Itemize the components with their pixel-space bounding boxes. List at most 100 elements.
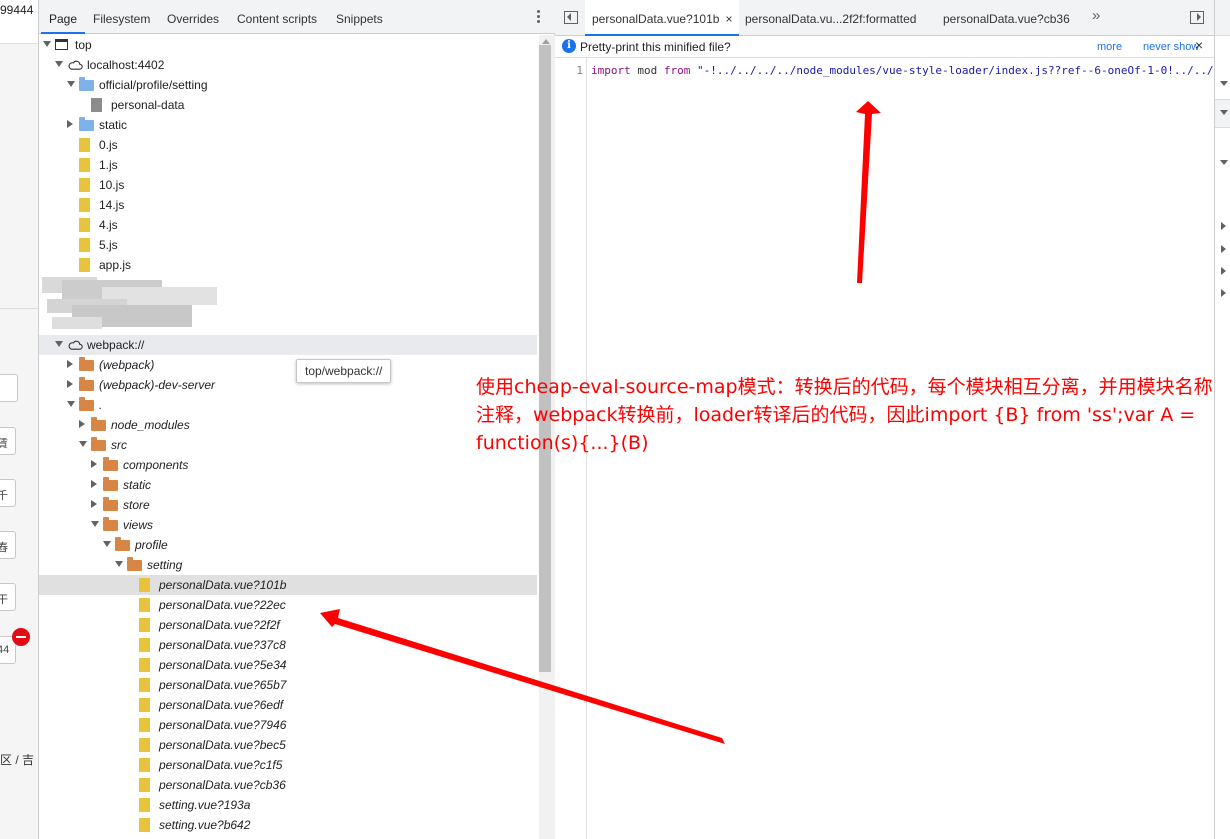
tree-item-label: (webpack)-dev-server xyxy=(99,378,216,392)
chevron-right-icon[interactable] xyxy=(91,480,97,488)
tree-item[interactable]: store xyxy=(39,495,537,515)
tab-snippets[interactable]: Snippets xyxy=(336,0,383,34)
tab-label: Filesystem xyxy=(93,12,151,26)
tab-overrides[interactable]: Overrides xyxy=(167,0,219,34)
navigator-scroll-thumb[interactable] xyxy=(539,45,551,672)
tree-item-label: personalData.vue?37c8 xyxy=(159,638,286,652)
annotation-text: 使用cheap-eval-source-map模式：转换后的代码，每个模块相互分… xyxy=(476,376,1213,454)
editor-tab[interactable]: personalData.vue?cb36 xyxy=(943,0,1070,36)
tree-item-label: . xyxy=(99,398,103,412)
tab-filesystem[interactable]: Filesystem xyxy=(93,0,150,34)
code-line[interactable]: import mod from "-!../../../../node_modu… xyxy=(591,64,1213,80)
navigator-tabbar: Page Filesystem Overrides Content script… xyxy=(39,0,555,34)
chevron-right-icon[interactable] xyxy=(79,420,85,428)
tree-item[interactable]: personalData.vue?cb36 xyxy=(39,775,537,795)
tree-item[interactable]: personalData.vue?7946 xyxy=(39,715,537,735)
tree-item[interactable]: webpack:// xyxy=(39,335,537,355)
tree-item[interactable]: personalData.vue?2f2f xyxy=(39,615,537,635)
close-tab-icon[interactable]: × xyxy=(725,0,732,38)
tree-item[interactable]: (webpack)-dev-server xyxy=(39,375,537,395)
tree-item-label: app.js xyxy=(99,258,132,272)
chevron-right-icon[interactable] xyxy=(1221,267,1226,275)
tree-item[interactable]: personalData.vue?bec5 xyxy=(39,735,537,755)
infobar-more-link[interactable]: more xyxy=(1097,41,1122,53)
chevron-down-icon[interactable] xyxy=(67,81,75,87)
tab-content-scripts[interactable]: Content scripts xyxy=(237,0,317,34)
tree-item[interactable]: personalData.vue?101b xyxy=(39,575,537,595)
tab-page[interactable]: Page xyxy=(41,0,86,34)
tree-item[interactable]: setting.vue?193a xyxy=(39,795,537,815)
chevron-right-icon[interactable] xyxy=(67,380,73,388)
more-options-icon[interactable] xyxy=(533,10,545,26)
tree-item[interactable]: 5.js xyxy=(39,235,537,255)
chevron-down-icon[interactable] xyxy=(1220,110,1228,115)
tree-item[interactable]: 0.js xyxy=(39,135,537,155)
tree-item[interactable]: personalData.vue?37c8 xyxy=(39,635,537,655)
chevron-right-icon[interactable] xyxy=(91,500,97,508)
tree-item[interactable]: top xyxy=(39,35,537,55)
tree-item[interactable]: personalData.vue?c1f5 xyxy=(39,755,537,775)
page-button-label: 舂 xyxy=(0,542,8,554)
chevron-down-icon[interactable] xyxy=(115,561,123,567)
toggle-debugger-icon[interactable] xyxy=(1190,11,1204,24)
page-button[interactable]: 干 xyxy=(0,583,16,611)
tree-item[interactable]: static xyxy=(39,475,537,495)
file-icon xyxy=(79,138,90,152)
chevron-down-icon[interactable] xyxy=(1220,81,1228,86)
tree-item[interactable]: personalData.vue?6edf xyxy=(39,695,537,715)
chevron-right-icon[interactable] xyxy=(91,460,97,468)
editor-tab-active[interactable]: personalData.vue?101b × xyxy=(585,0,740,38)
tree-item[interactable]: 4.js xyxy=(39,215,537,235)
toggle-navigator-icon[interactable] xyxy=(564,11,578,24)
chevron-right-icon[interactable] xyxy=(1221,289,1226,297)
chevron-down-icon[interactable] xyxy=(79,441,87,447)
chevron-down-icon[interactable] xyxy=(55,341,63,347)
chevron-right-icon[interactable] xyxy=(67,360,73,368)
chevron-down-icon[interactable] xyxy=(1220,160,1228,165)
page-button[interactable]: 舂 xyxy=(0,531,16,559)
tree-item[interactable]: 10.js xyxy=(39,175,537,195)
chevron-down-icon[interactable] xyxy=(91,521,99,527)
page-button[interactable]: 千 xyxy=(0,479,16,507)
tree-item[interactable]: app.js xyxy=(39,255,537,275)
page-button[interactable]: 賃 xyxy=(0,427,16,455)
chevron-right-icon[interactable] xyxy=(1221,245,1226,253)
page-input-box[interactable] xyxy=(0,374,18,402)
page-button-label: 賃 xyxy=(0,438,8,450)
file-icon xyxy=(91,98,102,112)
tree-item[interactable]: localhost:4402 xyxy=(39,55,537,75)
tree-item[interactable]: official/profile/setting xyxy=(39,75,537,95)
tree-item[interactable]: . xyxy=(39,395,537,415)
tree-item[interactable]: node_modules xyxy=(39,415,537,435)
tree-item[interactable]: 14.js xyxy=(39,195,537,215)
tree-item[interactable]: personalData.vue?22ec xyxy=(39,595,537,615)
chevron-down-icon[interactable] xyxy=(67,401,75,407)
more-tabs-icon[interactable]: » xyxy=(1092,7,1100,24)
tree-item-label: personalData.vue?c1f5 xyxy=(159,758,283,772)
editor-tabbar: personalData.vue?101b × personalData.vu..… xyxy=(555,0,1214,36)
tree-item[interactable]: personal-data xyxy=(39,95,537,115)
folder-icon xyxy=(79,77,94,91)
tree-item[interactable]: 1.js xyxy=(39,155,537,175)
tree-item[interactable]: (webpack) xyxy=(39,355,537,375)
infobar-never-show-link[interactable]: never show xyxy=(1143,41,1199,53)
tree-item[interactable]: static xyxy=(39,115,537,135)
chevron-down-icon[interactable] xyxy=(43,41,51,47)
tree-item[interactable]: profile xyxy=(39,535,537,555)
chevron-right-icon[interactable] xyxy=(1221,222,1226,230)
tree-item[interactable]: setting.vue?b642 xyxy=(39,815,537,835)
tree-item[interactable]: personalData.vue?5e34 xyxy=(39,655,537,675)
remove-icon[interactable] xyxy=(12,628,30,646)
scroll-up-icon[interactable] xyxy=(542,39,550,44)
tree-item[interactable]: personalData.vue?65b7 xyxy=(39,675,537,695)
tree-item[interactable]: setting xyxy=(39,555,537,575)
tree-item[interactable]: views xyxy=(39,515,537,535)
file-icon xyxy=(139,618,150,632)
close-infobar-icon[interactable]: × xyxy=(1195,37,1203,53)
tree-item[interactable]: src xyxy=(39,435,537,455)
chevron-right-icon[interactable] xyxy=(67,120,73,128)
editor-tab[interactable]: personalData.vu...2f2f:formatted xyxy=(745,0,916,36)
tree-item[interactable]: components xyxy=(39,455,537,475)
chevron-down-icon[interactable] xyxy=(103,541,111,547)
chevron-down-icon[interactable] xyxy=(55,61,63,67)
